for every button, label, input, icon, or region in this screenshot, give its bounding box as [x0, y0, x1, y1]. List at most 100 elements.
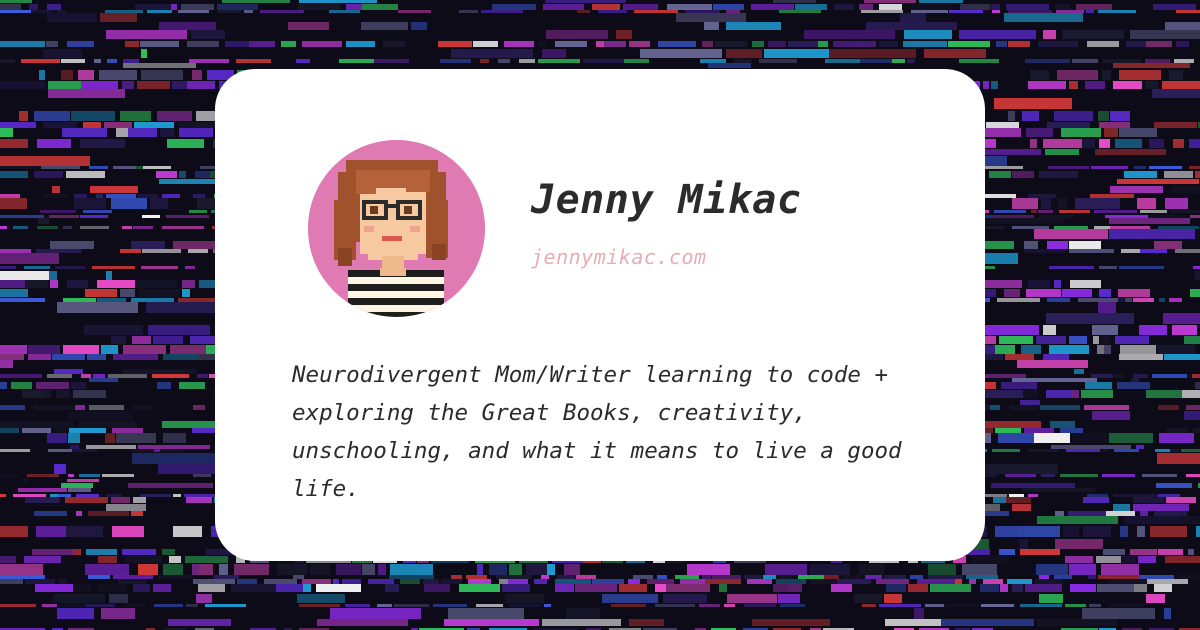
glitch-pixel [764, 49, 829, 58]
glitch-pixel [1172, 325, 1197, 335]
glitch-pixel [629, 41, 650, 47]
glitch-pixel [0, 156, 90, 166]
glitch-pixel [81, 81, 118, 89]
glitch-pixel [509, 604, 541, 607]
glitch-pixel [0, 298, 45, 302]
glitch-pixel [63, 345, 99, 354]
glitch-pixel [546, 30, 608, 39]
glitch-pixel [57, 10, 66, 13]
glitch-pixel [1005, 474, 1036, 477]
glitch-pixel [1158, 405, 1179, 410]
glitch-pixel [67, 280, 88, 288]
glitch-pixel [526, 564, 547, 575]
glitch-pixel [1006, 4, 1049, 10]
glitch-pixel [1113, 63, 1190, 68]
glitch-pixel [100, 13, 137, 22]
glitch-pixel [39, 70, 45, 80]
glitch-pixel [751, 4, 794, 10]
glitch-pixel [120, 249, 141, 253]
glitch-pixel [1040, 405, 1080, 410]
glitch-pixel [173, 526, 202, 537]
glitch-pixel [1142, 474, 1177, 477]
glitch-pixel [1049, 266, 1094, 269]
glitch-pixel [476, 604, 503, 607]
glitch-pixel [752, 41, 764, 47]
glitch-pixel [1119, 354, 1163, 360]
glitch-pixel [1093, 336, 1099, 344]
glitch-pixel [277, 564, 307, 575]
glitch-pixel [985, 474, 997, 477]
glitch-pixel [1082, 608, 1155, 619]
glitch-pixel [699, 604, 720, 607]
glitch-pixel [0, 122, 36, 128]
glitch-pixel [519, 59, 535, 63]
glitch-pixel [948, 41, 990, 47]
glitch-pixel [1069, 564, 1096, 575]
glitch-pixel [1084, 405, 1129, 410]
glitch-pixel [508, 579, 528, 584]
glitch-pixel [302, 41, 342, 47]
glitch-pixel [1057, 70, 1098, 80]
glitch-pixel [492, 4, 536, 10]
glitch-pixel [217, 4, 258, 10]
glitch-pixel [244, 10, 253, 13]
glitch-pixel [1043, 354, 1069, 360]
glitch-pixel [38, 218, 49, 224]
glitch-pixel [34, 111, 70, 121]
glitch-pixel [1028, 280, 1050, 288]
glitch-pixel [993, 497, 1006, 503]
glitch-pixel [96, 194, 103, 198]
glitch-pixel [1134, 584, 1147, 592]
glitch-pixel [173, 241, 217, 249]
glitch-pixel [196, 594, 212, 603]
glitch-pixel [1182, 516, 1200, 524]
glitch-pixel [959, 59, 999, 63]
glitch-pixel [1071, 390, 1079, 398]
glitch-pixel [1104, 128, 1118, 137]
glitch-pixel [1098, 302, 1116, 313]
glitch-pixel [1139, 575, 1174, 579]
glitch-pixel [94, 59, 101, 63]
glitch-pixel [655, 604, 695, 607]
glitch-pixel [0, 166, 38, 169]
glitch-pixel [42, 604, 57, 607]
glitch-pixel [214, 575, 239, 579]
glitch-pixel [1054, 111, 1093, 121]
glitch-pixel [1092, 325, 1118, 335]
glitch-pixel [719, 584, 727, 592]
glitch-pixel [773, 0, 816, 3]
glitch-pixel [1172, 186, 1200, 193]
glitch-pixel [45, 390, 51, 398]
glitch-pixel [1095, 149, 1166, 155]
profile-card: Jenny Mikac jennymikac.com Neurodivergen… [215, 69, 985, 561]
glitch-pixel [1030, 139, 1037, 148]
glitch-pixel [383, 41, 405, 47]
glitch-pixel [1091, 374, 1113, 378]
website-link[interactable]: jennymikac.com [531, 245, 707, 269]
glitch-pixel [25, 280, 48, 288]
glitch-pixel [137, 81, 170, 89]
glitch-pixel [0, 564, 43, 575]
glitch-pixel [1028, 194, 1056, 198]
glitch-pixel [1115, 139, 1142, 148]
glitch-pixel [31, 10, 53, 13]
glitch-pixel [193, 474, 211, 477]
glitch-pixel [40, 210, 76, 213]
avatar [308, 140, 485, 317]
glitch-pixel [734, 59, 752, 63]
glitch-pixel [604, 41, 626, 47]
glitch-pixel [162, 549, 175, 555]
glitch-pixel [576, 575, 596, 579]
glitch-pixel [1048, 166, 1089, 169]
glitch-pixel [502, 584, 530, 592]
glitch-pixel [1047, 298, 1070, 302]
glitch-pixel [1125, 516, 1182, 524]
glitch-pixel [1146, 41, 1172, 47]
glitch-pixel [1189, 166, 1200, 169]
glitch-pixel [120, 289, 135, 297]
glitch-pixel [163, 354, 197, 360]
glitch-pixel [1158, 226, 1199, 229]
glitch-pixel [122, 369, 196, 374]
glitch-pixel [0, 345, 27, 354]
glitch-pixel [1059, 210, 1090, 213]
